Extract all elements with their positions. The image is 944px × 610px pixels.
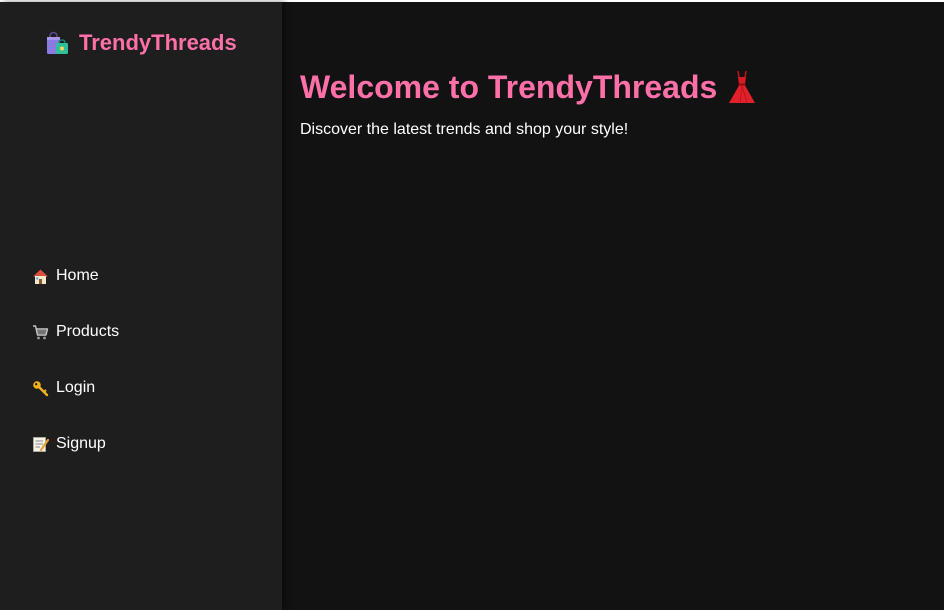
sidebar-item-label: Login — [56, 379, 96, 396]
sidebar-item-login[interactable]: Login — [32, 372, 119, 404]
sidebar-item-label: Signup — [56, 435, 106, 452]
page-subtitle: Discover the latest trends and shop your… — [300, 121, 629, 138]
page-title-text: Welcome to TrendyThreads — [300, 69, 718, 105]
memo-icon — [33, 436, 49, 452]
sidebar: TrendyThreads Home Products Login Signup — [0, 2, 282, 610]
sidebar-item-products[interactable]: Products — [32, 316, 119, 348]
brand-name: TrendyThreads — [79, 30, 237, 55]
dress-icon — [729, 70, 756, 104]
brand[interactable]: TrendyThreads — [44, 28, 237, 58]
sidebar-item-label: Products — [56, 323, 120, 340]
sidebar-item-label: Home — [56, 267, 99, 284]
page-title: Welcome to TrendyThreads — [300, 66, 757, 108]
sidebar-nav: Home Products Login Signup — [32, 260, 119, 484]
sidebar-item-home[interactable]: Home — [32, 260, 119, 292]
key-icon — [33, 380, 49, 396]
sidebar-item-signup[interactable]: Signup — [32, 428, 119, 460]
shopping-cart-icon — [33, 324, 49, 339]
main-content: Welcome to TrendyThreads Discover the la… — [300, 66, 757, 140]
shopping-bags-icon — [47, 31, 68, 54]
house-icon — [33, 269, 48, 284]
